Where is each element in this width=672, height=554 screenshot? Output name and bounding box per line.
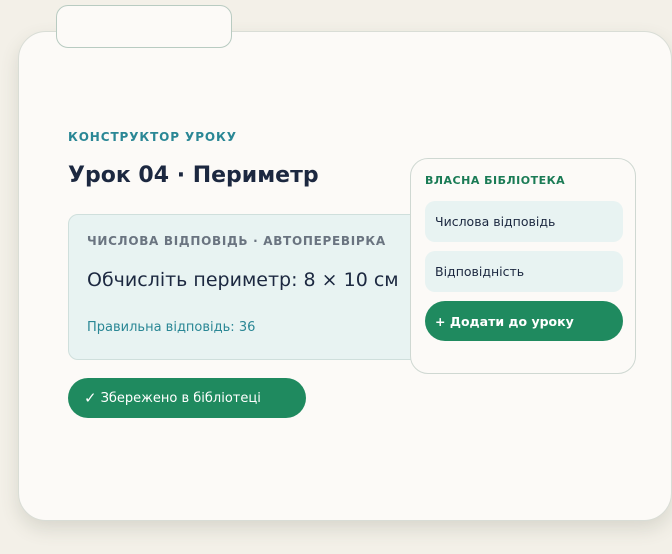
correct-answer-text: Правильна відповідь: 36 — [87, 320, 256, 335]
lesson-title: Урок 04 · Периметр — [68, 163, 319, 188]
question-type-label: ЧИСЛОВА ВІДПОВІДЬ · АВТОПЕРЕВІРКА — [87, 234, 386, 248]
custom-library-panel: ВЛАСНА БІБЛІОТЕКА Числова відповідь Відп… — [410, 158, 636, 374]
library-item-label: Відповідність — [435, 264, 525, 279]
builder-kicker: КОНСТРУКТОР УРОКУ — [68, 130, 237, 144]
question-prompt: Обчисліть периметр: 8 × 10 см — [87, 269, 399, 291]
library-title: ВЛАСНА БІБЛІОТЕКА — [425, 174, 566, 187]
library-item-matching[interactable]: Відповідність — [425, 251, 623, 292]
saved-to-library-button[interactable]: ✓ Збережено в бібліотеці — [68, 378, 306, 418]
card-tab[interactable] — [56, 5, 232, 48]
library-item-label: Числова відповідь — [435, 214, 556, 229]
add-button-label: + Додати до уроку — [435, 313, 574, 329]
library-item-numeric-answer[interactable]: Числова відповідь — [425, 201, 623, 242]
saved-button-label: Збережено в бібліотеці — [100, 390, 261, 406]
add-to-lesson-button[interactable]: + Додати до уроку — [425, 301, 623, 341]
question-card[interactable]: ЧИСЛОВА ВІДПОВІДЬ · АВТОПЕРЕВІРКА Обчисл… — [68, 214, 428, 360]
checkmark-icon: ✓ — [84, 389, 97, 407]
